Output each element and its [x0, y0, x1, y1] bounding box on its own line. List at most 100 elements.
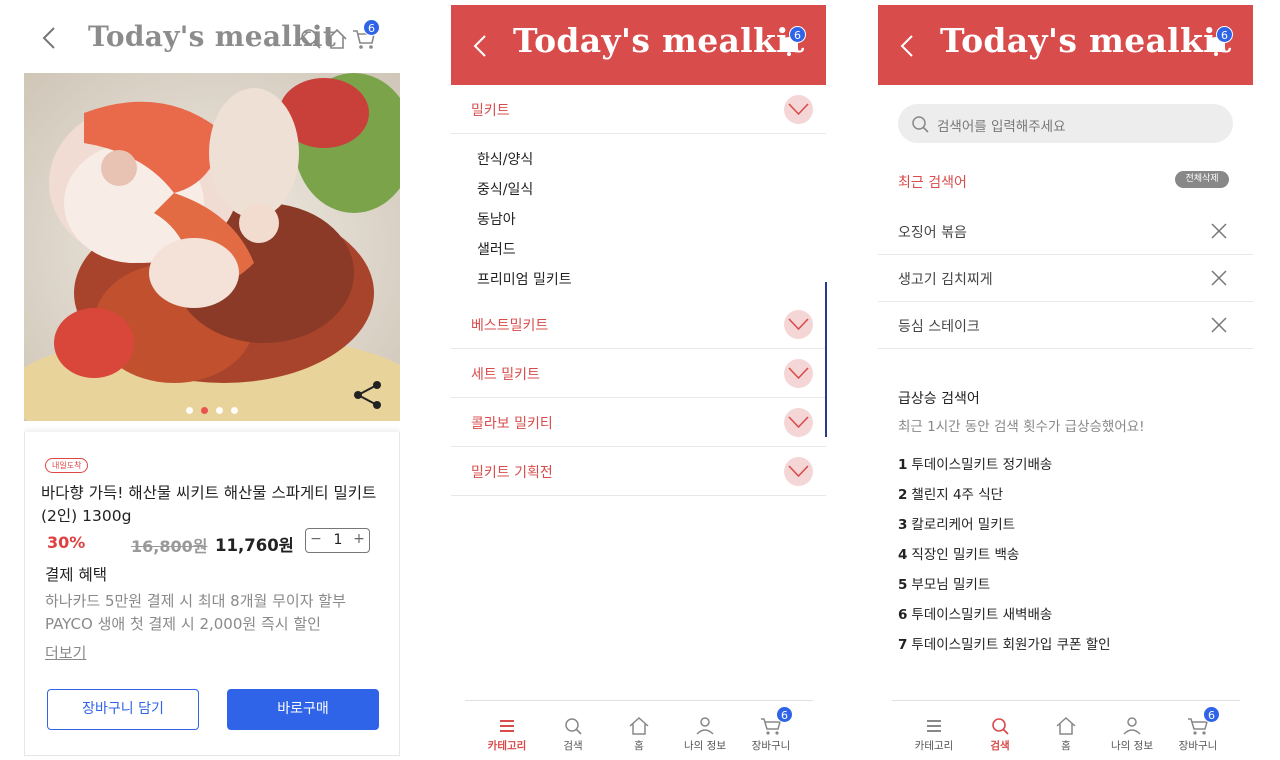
tab-search[interactable]: 검색 [966, 717, 1034, 753]
add-to-cart-button[interactable]: 장바구니 담기 [47, 689, 199, 730]
tab-label: 홈 [634, 740, 644, 752]
tab-label: 검색 [990, 740, 1010, 752]
category-group[interactable]: 밀키트 기획전 [451, 447, 826, 496]
chevron-down-icon[interactable] [784, 408, 813, 437]
plus-icon[interactable]: + [351, 531, 367, 547]
rising-term: 부모님 밀키트 [911, 577, 991, 593]
tab-label: 검색 [563, 740, 583, 752]
scroll-indicator[interactable] [825, 282, 827, 437]
rising-search-item[interactable]: 2 챌린지 4주 식단 [898, 483, 1003, 503]
search-input[interactable]: 검색어를 입력해주세요 [898, 104, 1233, 143]
search-placeholder: 검색어를 입력해주세요 [937, 119, 1066, 135]
tab-label: 나의 정보 [684, 740, 726, 752]
close-icon[interactable] [1211, 317, 1227, 333]
bottom-tab-bar: 카테고리 검색 홈 나의 정보 장바구니 6 [892, 700, 1240, 756]
notification-count-badge: 6 [1216, 26, 1233, 43]
carousel-dot[interactable] [216, 407, 223, 414]
quantity-stepper[interactable]: − 1 + [305, 528, 370, 553]
chevron-down-icon[interactable] [784, 359, 813, 388]
sale-price: 11,760원 [215, 536, 294, 555]
rising-search-item[interactable]: 6 투데이스밀키트 새벽배송 [898, 603, 1052, 623]
search-icon [992, 718, 1009, 735]
back-arrow-icon[interactable] [900, 34, 914, 58]
app-title: Today's mealkit [88, 20, 337, 53]
tab-home[interactable]: 홈 [1032, 717, 1100, 753]
recent-search-item[interactable]: 오징어 볶음 [878, 208, 1253, 255]
recent-search-term: 생고기 김치찌게 [898, 272, 993, 288]
tab-label: 장바구니 [751, 740, 791, 752]
back-arrow-icon[interactable] [42, 26, 56, 50]
category-group[interactable]: 밀키트 [451, 85, 826, 134]
tab-cart[interactable]: 장바구니 [1164, 717, 1232, 753]
rising-search-item[interactable]: 5 부모님 밀키트 [898, 573, 990, 593]
category-group[interactable]: 세트 밀키트 [451, 349, 826, 398]
subcategory-item[interactable]: 샐러드 [477, 239, 516, 259]
more-link[interactable]: 더보기 [45, 642, 86, 663]
rising-search-item[interactable]: 4 직장인 밀키트 백송 [898, 543, 1019, 563]
share-icon[interactable] [352, 379, 384, 411]
tab-label: 카테고리 [487, 740, 527, 752]
app-title: Today's mealkit [940, 21, 1232, 60]
benefit-title: 결제 혜택 [45, 566, 107, 584]
delete-all-button[interactable]: 전체삭제 [1175, 171, 1229, 188]
carousel-dots[interactable] [24, 407, 400, 414]
rising-term: 투데이스밀키트 회원가입 쿠폰 할인 [911, 637, 1111, 653]
category-group[interactable]: 베스트밀키트 [451, 300, 826, 349]
search-icon [912, 116, 929, 133]
tab-my-info[interactable]: 나의 정보 [1098, 717, 1166, 753]
category-label: 밀키트 기획전 [471, 465, 553, 481]
close-icon[interactable] [1211, 270, 1227, 286]
original-price: 16,800원 [131, 537, 208, 556]
category-label: 콜라보 밀키티 [471, 416, 553, 432]
category-group[interactable]: 콜라보 밀키티 [451, 398, 826, 447]
minus-icon[interactable]: − [308, 531, 324, 547]
tab-label: 나의 정보 [1111, 740, 1153, 752]
rising-search-item[interactable]: 3 칼로리케어 밀키트 [898, 513, 1015, 533]
notification-count-badge: 6 [789, 26, 806, 43]
tab-my-info[interactable]: 나의 정보 [671, 717, 739, 753]
rank-number: 6 [898, 607, 908, 623]
subcategory-item[interactable]: 중식/일식 [477, 179, 533, 199]
subcategory-item[interactable]: 동남아 [477, 209, 516, 229]
carousel-dot[interactable] [231, 407, 238, 414]
tab-category[interactable]: 카테고리 [473, 717, 541, 753]
tab-category[interactable]: 카테고리 [900, 717, 968, 753]
recent-search-item[interactable]: 생고기 김치찌게 [878, 255, 1253, 302]
tab-home[interactable]: 홈 [605, 717, 673, 753]
chevron-up-icon[interactable] [784, 95, 813, 124]
product-info-card: 내일도착 바다향 가득! 해산물 씨키트 해산물 스파게티 밀키트 (2인) 1… [24, 432, 400, 756]
tab-label: 카테고리 [914, 740, 954, 752]
back-arrow-icon[interactable] [473, 34, 487, 58]
tab-search[interactable]: 검색 [539, 717, 607, 753]
subcategory-item[interactable]: 프리미엄 밀키트 [477, 269, 572, 289]
subcategory-item[interactable]: 한식/양식 [477, 149, 533, 169]
product-detail-screen: Today's mealkit 6 내일도착 바다향 가득! 해산물 씨키트 해… [24, 0, 400, 760]
buy-now-button[interactable]: 바로구매 [227, 689, 379, 730]
search-icon[interactable] [300, 28, 322, 50]
rising-term: 투데이스밀키트 정기배송 [911, 457, 1053, 473]
product-name: 바다향 가득! 해산물 씨키트 해산물 스파게티 밀키트 (2인) 1300g [41, 484, 377, 525]
product-photo[interactable] [24, 73, 400, 421]
rising-search-item[interactable]: 7 투데이스밀키트 회원가입 쿠폰 할인 [898, 633, 1111, 653]
app-title: Today's mealkit [513, 21, 805, 60]
close-icon[interactable] [1211, 223, 1227, 239]
home-icon [629, 717, 649, 735]
rising-term: 칼로리케어 밀키트 [911, 517, 1016, 533]
tab-cart[interactable]: 장바구니 [737, 717, 805, 753]
rising-search-item[interactable]: 1 투데이스밀키트 정기배송 [898, 453, 1052, 473]
category-screen: Today's mealkit 6 밀키트 한식/양식 중식/일식 동남아 샐러… [451, 0, 827, 760]
cart-count-badge: 6 [363, 19, 380, 36]
delivery-tag: 내일도착 [45, 458, 89, 473]
chevron-down-icon[interactable] [784, 457, 813, 486]
home-icon[interactable] [326, 28, 348, 50]
rank-number: 7 [898, 637, 908, 653]
carousel-dot[interactable] [186, 407, 193, 414]
category-label: 밀키트 [471, 103, 510, 119]
benefit-list: 하나카드 5만원 결제 시 최대 8개월 무이자 할부 PAYCO 생애 첫 결… [45, 590, 346, 636]
chevron-down-icon[interactable] [784, 310, 813, 339]
benefit-item: PAYCO 생애 첫 결제 시 2,000원 즉시 할인 [45, 615, 321, 633]
recent-search-item[interactable]: 등심 스테이크 [878, 302, 1253, 349]
menu-icon [500, 720, 514, 732]
tab-label: 홈 [1061, 740, 1071, 752]
carousel-dot[interactable] [201, 407, 208, 414]
